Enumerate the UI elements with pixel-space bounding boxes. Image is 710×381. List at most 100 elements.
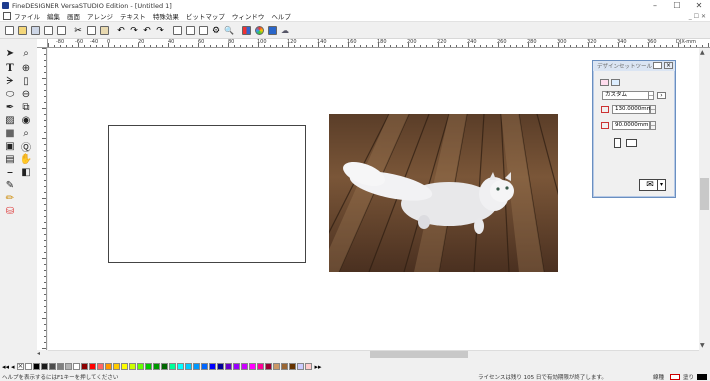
color-swatch[interactable]: [232, 363, 240, 370]
color-swatch[interactable]: [176, 363, 184, 370]
color-swatch[interactable]: [216, 363, 224, 370]
panel-tab-layout[interactable]: [611, 79, 620, 86]
undo-button[interactable]: ↶: [115, 25, 127, 37]
maximize-button[interactable]: ☐: [666, 1, 688, 10]
redo-multi-button[interactable]: ↷: [154, 25, 166, 37]
color-swatch[interactable]: [296, 363, 304, 370]
align-button[interactable]: [197, 25, 209, 37]
cloud-button[interactable]: ☁: [279, 25, 291, 37]
color-swatch[interactable]: [264, 363, 272, 370]
print-button[interactable]: [42, 25, 54, 37]
menu-view[interactable]: 画面: [67, 11, 80, 21]
color-swatch[interactable]: [88, 363, 96, 370]
vertical-ruler[interactable]: [37, 48, 47, 350]
color-swatch[interactable]: [192, 363, 200, 370]
color-swatch[interactable]: [152, 363, 160, 370]
color-swatch[interactable]: [96, 363, 104, 370]
document-window-controls[interactable]: _ ☐ ✕: [689, 13, 706, 20]
zoom-fit-tool[interactable]: ◉: [19, 113, 33, 127]
color-swatch[interactable]: [200, 363, 208, 370]
color-swatch[interactable]: [72, 363, 80, 370]
select-tool[interactable]: ➤: [3, 46, 17, 60]
save-button[interactable]: [29, 25, 41, 37]
pen-tool[interactable]: ✒: [3, 100, 17, 114]
zoom-tool[interactable]: ⌕: [19, 46, 33, 60]
vertical-scroll-thumb[interactable]: [700, 178, 709, 210]
group-button[interactable]: [171, 25, 183, 37]
cat-photo[interactable]: [329, 114, 558, 272]
zoom-in-tool[interactable]: ⊕: [19, 61, 33, 75]
color-swatch[interactable]: [56, 363, 64, 370]
color-swatch[interactable]: [128, 363, 136, 370]
preset-select[interactable]: カスタム: [602, 91, 654, 100]
color-swatch[interactable]: [168, 363, 176, 370]
width-spinner[interactable]: [650, 105, 656, 114]
color-swatch[interactable]: [32, 363, 40, 370]
horizontal-ruler[interactable]: -80 -60 -40 0 20 40 60 80 100 120 140 16…: [48, 39, 710, 48]
open-button[interactable]: [16, 25, 28, 37]
color-mode-button[interactable]: [253, 25, 265, 37]
preset-arrow-button[interactable]: ›: [657, 92, 666, 99]
color-swatch[interactable]: [304, 363, 312, 370]
color-swatch[interactable]: [272, 363, 280, 370]
horizontal-scroll-thumb[interactable]: [370, 351, 468, 358]
palette-scroll-next[interactable]: ▸▸: [315, 363, 322, 371]
color-swatch[interactable]: [40, 363, 48, 370]
portrait-button[interactable]: [614, 138, 621, 148]
scroll-down-arrow[interactable]: ▼: [700, 342, 705, 349]
ellipse-tool[interactable]: ⬭: [3, 87, 17, 101]
color-swatch[interactable]: [280, 363, 288, 370]
landscape-button[interactable]: [626, 139, 637, 147]
menu-window[interactable]: ウィンドウ: [232, 11, 265, 21]
color-swatch[interactable]: [136, 363, 144, 370]
menu-text[interactable]: テキスト: [120, 11, 146, 21]
table-tool[interactable]: ▤: [3, 152, 17, 166]
measure-tool[interactable]: ⎯: [3, 165, 17, 179]
stroke-swatch[interactable]: [670, 374, 680, 380]
pencil-tool[interactable]: ✏: [3, 191, 17, 205]
color-swatch[interactable]: [256, 363, 264, 370]
menu-help[interactable]: ヘルプ: [271, 11, 291, 21]
color-swatch[interactable]: [224, 363, 232, 370]
menu-arrange[interactable]: アレンジ: [87, 11, 113, 21]
import-button[interactable]: [55, 25, 67, 37]
minimize-button[interactable]: –: [644, 1, 666, 10]
ungroup-button[interactable]: [184, 25, 196, 37]
eyedropper-tool[interactable]: ✎: [3, 178, 17, 192]
color-swatch[interactable]: [112, 363, 120, 370]
redo-button[interactable]: ↷: [128, 25, 140, 37]
fill-preview-tool[interactable]: ◧: [19, 165, 33, 179]
height-spinner[interactable]: [650, 121, 656, 130]
paste-button[interactable]: [98, 25, 110, 37]
copy-button[interactable]: [85, 25, 97, 37]
color-swatch[interactable]: [240, 363, 248, 370]
text-tool[interactable]: T: [3, 61, 17, 75]
preset-dropdown-icon[interactable]: [648, 91, 654, 100]
color-swatch[interactable]: [144, 363, 152, 370]
properties-button[interactable]: ⚙: [210, 25, 222, 37]
color-swatch[interactable]: [104, 363, 112, 370]
zoom-out-tool[interactable]: ⊖: [19, 87, 33, 101]
output-button[interactable]: [266, 25, 278, 37]
fit-tool[interactable]: ⧉: [19, 100, 33, 114]
rectangle-shape[interactable]: [108, 125, 306, 263]
color-swatch[interactable]: [64, 363, 72, 370]
panel-close-button[interactable]: ×: [664, 62, 673, 69]
knife-tool[interactable]: ▨: [3, 113, 17, 127]
palette-scroll-left[interactable]: ◂◂: [2, 363, 9, 371]
width-field[interactable]: 130.0000mm: [612, 105, 652, 114]
zoom-tool-button[interactable]: 🔍: [223, 25, 235, 37]
document-icon[interactable]: [3, 12, 11, 20]
menu-edit[interactable]: 編集: [47, 11, 60, 21]
zoom-100-tool[interactable]: Ⓠ: [19, 139, 33, 154]
page-nav-button[interactable]: ◂: [37, 350, 47, 360]
fill-tool[interactable]: ⛁: [3, 204, 17, 218]
shape-tool[interactable]: ■: [3, 126, 17, 140]
color-swatch[interactable]: [24, 363, 32, 370]
new-document-button[interactable]: [3, 25, 15, 37]
color-swatch[interactable]: [288, 363, 296, 370]
palette-scroll-prev[interactable]: ◂: [11, 363, 15, 371]
shape-dropdown-button[interactable]: ▾: [657, 179, 666, 191]
ruler-corner[interactable]: [37, 39, 48, 48]
page-tool[interactable]: ▯: [19, 74, 33, 88]
